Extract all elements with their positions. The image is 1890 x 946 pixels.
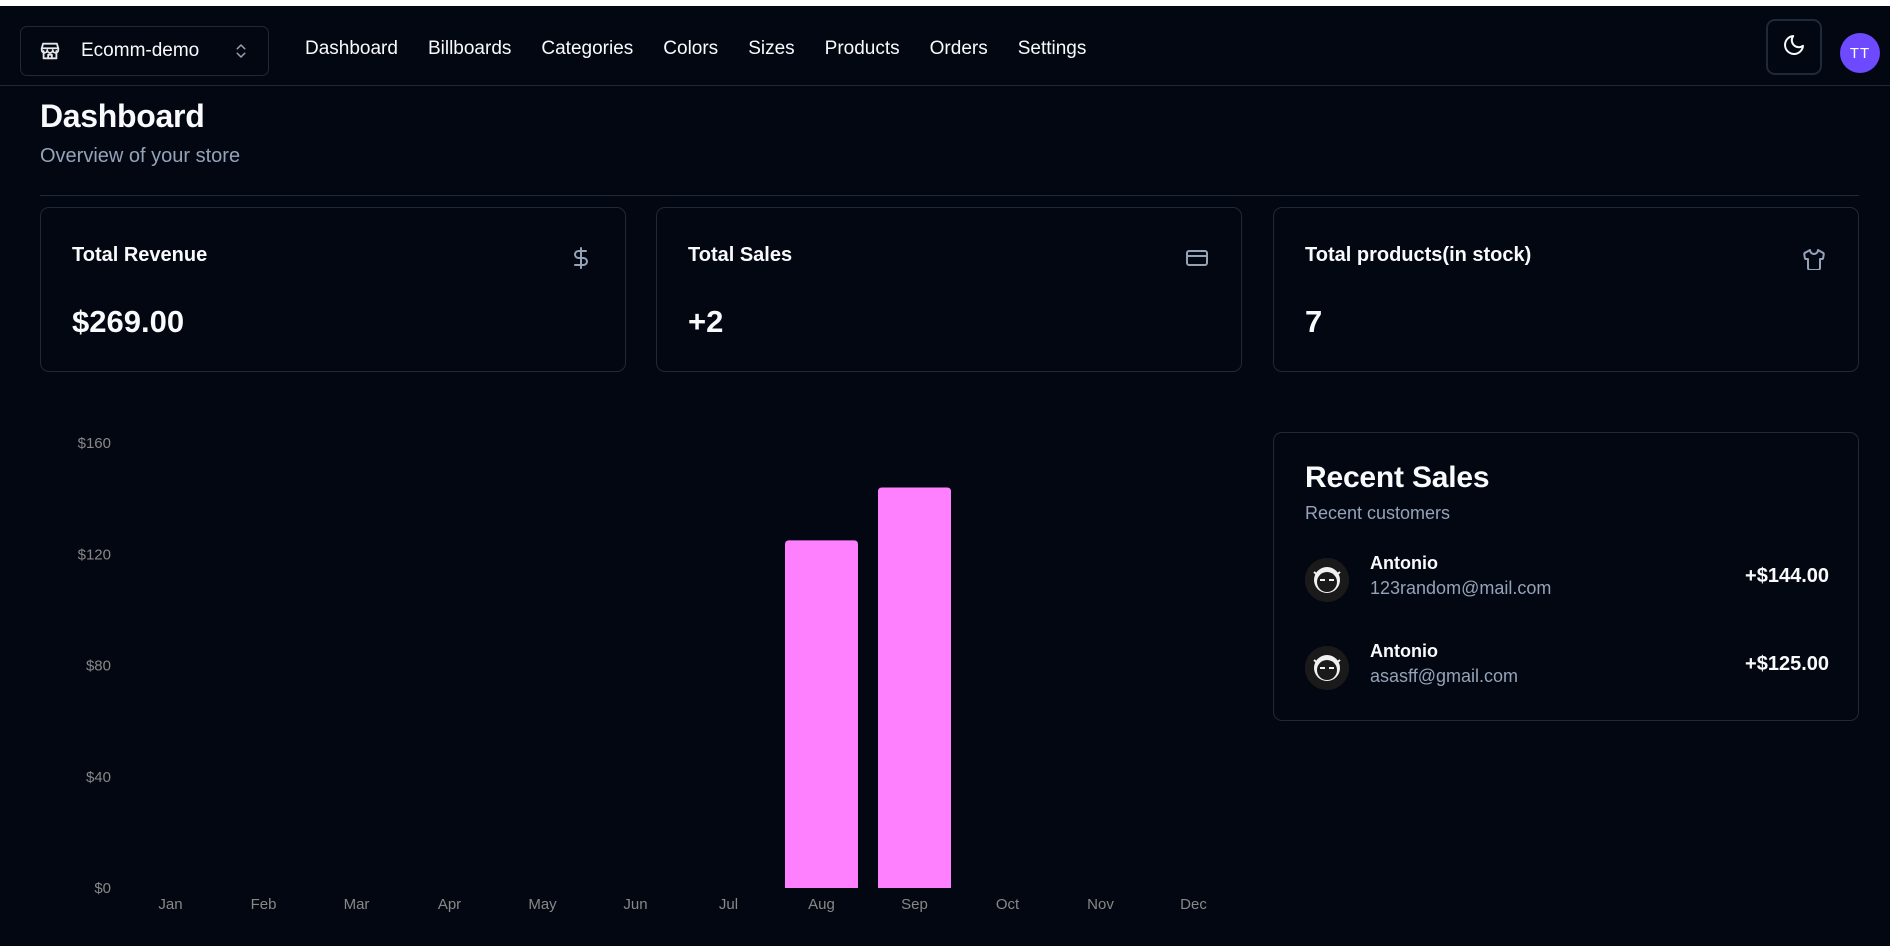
dollar-icon xyxy=(569,246,593,270)
y-tick-label: $80 xyxy=(86,658,111,675)
bar-sep[interactable] xyxy=(878,487,951,889)
y-tick-label: $160 xyxy=(78,435,111,452)
user-avatar-button[interactable]: TT xyxy=(1840,33,1880,73)
nav-link-dashboard[interactable]: Dashboard xyxy=(305,34,398,64)
x-tick-label: Aug xyxy=(808,896,835,913)
nav-link-billboards[interactable]: Billboards xyxy=(428,34,511,64)
x-tick-label: Sep xyxy=(901,896,928,913)
page-title: Dashboard xyxy=(40,98,205,134)
x-tick-label: Dec xyxy=(1180,896,1207,913)
shirt-icon xyxy=(1802,246,1826,270)
x-tick-label: Jul xyxy=(719,896,738,913)
total-products-card: Total products(in stock) 7 xyxy=(1273,207,1859,372)
store-switcher[interactable]: Ecomm-demo xyxy=(20,26,269,76)
page-heading: Dashboard Overview of your store xyxy=(40,98,240,168)
page-subtitle: Overview of your store xyxy=(40,145,241,167)
card-value: $269.00 xyxy=(72,304,185,339)
main-nav: Dashboard Billboards Categories Colors S… xyxy=(305,34,1116,64)
store-name: Ecomm-demo xyxy=(81,40,200,61)
x-tick-label: Feb xyxy=(251,896,277,913)
total-revenue-card: Total Revenue $269.00 xyxy=(40,207,626,372)
x-tick-label: Jun xyxy=(623,896,647,913)
nav-link-settings[interactable]: Settings xyxy=(1018,34,1087,64)
sale-item: Antonio asasff@gmail.com +$125.00 xyxy=(1305,641,1829,701)
bar-aug[interactable] xyxy=(785,540,858,888)
total-sales-card: Total Sales +2 xyxy=(656,207,1242,372)
x-tick-label: May xyxy=(528,896,557,913)
nav-link-colors[interactable]: Colors xyxy=(663,34,718,64)
sale-item: Antonio 123random@mail.com +$144.00 xyxy=(1305,553,1829,613)
card-value: 7 xyxy=(1305,304,1323,339)
card-value: +2 xyxy=(688,304,724,339)
x-tick-label: Nov xyxy=(1087,896,1114,913)
customer-email: 123random@mail.com xyxy=(1370,578,1552,598)
customer-email: asasff@gmail.com xyxy=(1370,666,1518,686)
customer-avatar xyxy=(1305,646,1349,690)
recent-sales-card: Recent Sales Recent customers Antonio 12… xyxy=(1273,432,1859,721)
y-tick-label: $40 xyxy=(86,769,111,786)
chevrons-up-down-icon xyxy=(232,40,250,62)
y-tick-label: $120 xyxy=(78,546,111,563)
x-tick-label: Mar xyxy=(344,896,370,913)
nav-link-products[interactable]: Products xyxy=(825,34,900,64)
customer-name: Antonio xyxy=(1370,641,1438,661)
nav-link-orders[interactable]: Orders xyxy=(930,34,988,64)
customer-avatar xyxy=(1305,558,1349,602)
card-title: Total products(in stock) xyxy=(1305,244,1532,266)
navbar: Ecomm-demo Dashboard Billboards Categori… xyxy=(0,6,1890,86)
moon-icon xyxy=(1782,33,1806,62)
store-icon xyxy=(39,40,61,62)
divider xyxy=(40,195,1859,196)
y-tick-label: $0 xyxy=(94,880,111,897)
revenue-bar-chart: $0 $40 $80 $120 $160 Jan Feb Mar Apr May Jun Jul Aug… xyxy=(78,435,1208,913)
credit-card-icon xyxy=(1185,246,1209,270)
theme-toggle-button[interactable] xyxy=(1766,19,1822,75)
sale-amount: +$144.00 xyxy=(1745,565,1829,587)
nav-link-sizes[interactable]: Sizes xyxy=(748,34,794,64)
x-tick-label: Oct xyxy=(996,896,1020,913)
recent-sales-title: Recent Sales xyxy=(1305,461,1490,494)
x-tick-label: Apr xyxy=(438,896,461,913)
sale-amount: +$125.00 xyxy=(1745,653,1829,675)
x-tick-label: Jan xyxy=(158,896,182,913)
nav-link-categories[interactable]: Categories xyxy=(541,34,633,64)
recent-sales-subtitle: Recent customers xyxy=(1305,503,1451,523)
card-title: Total Sales xyxy=(688,244,793,266)
card-title: Total Revenue xyxy=(72,244,208,266)
customer-name: Antonio xyxy=(1370,553,1438,573)
